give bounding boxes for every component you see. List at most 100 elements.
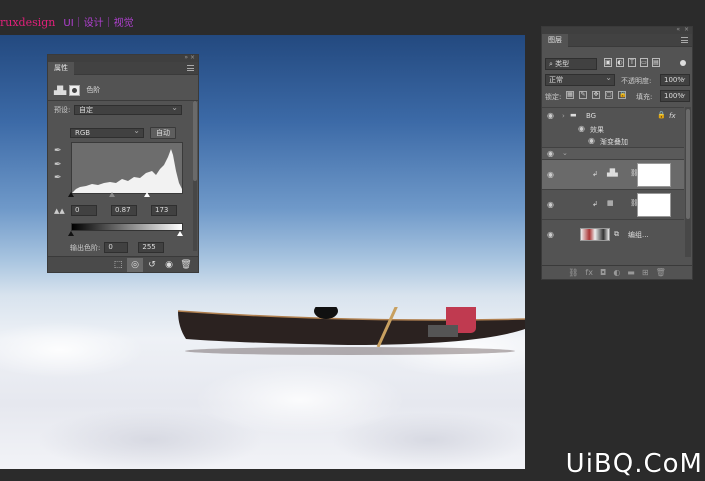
eye-icon[interactable]: ◉ bbox=[547, 170, 554, 179]
eye-icon[interactable]: ◉ bbox=[547, 149, 554, 158]
new-layer-icon[interactable]: ⊞ bbox=[642, 268, 649, 277]
lock-all-icon[interactable]: 🔒 bbox=[618, 91, 626, 99]
expand-arrow-icon[interactable]: ⌄ bbox=[562, 149, 568, 157]
expand-arrow-icon[interactable]: › bbox=[562, 112, 565, 120]
output-levels-slider[interactable] bbox=[68, 231, 183, 237]
panel-tabs: 属性 bbox=[48, 62, 198, 75]
layer-thumbnail[interactable] bbox=[580, 228, 610, 241]
eyedropper-black-icon[interactable]: ✒ bbox=[54, 146, 62, 156]
site-watermark: UiBQ.CoM bbox=[565, 449, 703, 479]
add-mask-icon[interactable]: ◘ bbox=[600, 268, 606, 277]
layer-group-bg[interactable]: ◉ › ▬ BG 🔒 fx bbox=[542, 107, 684, 123]
output-white-field[interactable]: 255 bbox=[138, 242, 165, 253]
black-point-handle[interactable] bbox=[68, 192, 74, 197]
eye-icon[interactable]: ◉ bbox=[588, 136, 595, 145]
lock-transparent-icon[interactable]: ▦ bbox=[566, 91, 574, 99]
eyedropper-gray-icon[interactable]: ✒ bbox=[54, 160, 62, 170]
filter-smart-icon[interactable]: ▤ bbox=[652, 58, 660, 67]
mask-icon[interactable] bbox=[69, 84, 81, 96]
adjustment-header: ▟▙ 色阶 bbox=[54, 83, 100, 97]
smart-object-icon: ⧉ bbox=[614, 230, 619, 238]
reset-icon[interactable]: ↺ bbox=[144, 258, 160, 272]
clip-to-layer-icon[interactable]: ⬚ bbox=[110, 258, 126, 272]
canoe-illustration bbox=[178, 307, 525, 347]
fill-label: 填充: bbox=[636, 93, 653, 101]
opacity-field[interactable]: 100% bbox=[660, 73, 690, 86]
boat-reflection bbox=[185, 347, 515, 355]
layer-curves-adjustment[interactable]: ◉ ↲ ▦ ⛓ bbox=[542, 189, 684, 219]
input-white-field[interactable]: 173 bbox=[151, 205, 177, 216]
filter-toggle-icon[interactable] bbox=[680, 60, 686, 66]
visibility-icon[interactable]: ◉ bbox=[161, 258, 177, 272]
view-previous-icon[interactable]: ◎ bbox=[127, 257, 143, 272]
close-icon[interactable]: × bbox=[684, 26, 689, 33]
layer-name: 编组... bbox=[628, 231, 649, 239]
lock-icon: 🔒 bbox=[657, 111, 666, 119]
channel-row: RGB 自动 bbox=[70, 127, 222, 139]
input-gamma-field[interactable]: 0.87 bbox=[111, 205, 137, 216]
layer-filter-dropdown[interactable]: ⌕ 类型 bbox=[545, 58, 597, 70]
eye-icon[interactable]: ◉ bbox=[578, 124, 585, 133]
output-black-handle[interactable] bbox=[68, 231, 74, 236]
link-icon[interactable]: ⛓ bbox=[568, 268, 578, 277]
auto-button[interactable]: 自动 bbox=[150, 127, 176, 139]
adjustment-icon: ▦ bbox=[607, 199, 614, 207]
adjustment-title: 色阶 bbox=[86, 86, 101, 94]
delete-icon[interactable]: 🗑 bbox=[656, 268, 666, 277]
properties-panel[interactable]: » × 属性 ▟▙ 色阶 预设: 自定 RGB 自动 ✒ ✒ ✒ ▲▲ 0 0.… bbox=[47, 54, 199, 273]
filter-adjust-icon[interactable]: ◐ bbox=[616, 58, 624, 67]
layer-mask-thumbnail[interactable] bbox=[637, 193, 671, 217]
new-group-icon[interactable]: ▬ bbox=[627, 268, 635, 277]
fx-icon[interactable]: fx bbox=[585, 268, 593, 277]
output-white-handle[interactable] bbox=[177, 231, 183, 236]
filter-pixel-icon[interactable]: ▣ bbox=[604, 58, 612, 67]
input-levels-slider[interactable] bbox=[68, 192, 183, 198]
tab-layers[interactable]: 图层 bbox=[542, 34, 568, 47]
panel-menu-icon[interactable] bbox=[681, 37, 688, 43]
new-adjustment-icon[interactable]: ◐ bbox=[613, 268, 620, 277]
tab-properties[interactable]: 属性 bbox=[48, 62, 74, 75]
histogram bbox=[71, 142, 183, 194]
layer-levels-adjustment[interactable]: ◉ ↲ ▟▙ ⛓ bbox=[542, 159, 684, 189]
panel-titlebar[interactable]: » × bbox=[48, 54, 198, 62]
layer-mask-thumbnail[interactable] bbox=[637, 163, 671, 187]
gamma-handle[interactable] bbox=[109, 192, 115, 197]
layer-name: BG bbox=[586, 112, 597, 120]
output-gradient bbox=[71, 223, 183, 231]
panel-titlebar[interactable]: « × bbox=[542, 26, 692, 34]
panel-menu-icon[interactable] bbox=[187, 65, 194, 71]
group-collapsed-row[interactable]: ◉ ⌄ bbox=[542, 147, 684, 159]
preset-dropdown[interactable]: 自定 bbox=[74, 104, 182, 115]
eyedropper-white-icon[interactable]: ✒ bbox=[54, 173, 62, 183]
layers-panel[interactable]: « × 图层 ⌕ 类型 ▣ ◐ T ▭ ▤ 正常 不透明度: 100% 锁定: … bbox=[541, 26, 693, 280]
properties-footer: ⬚ ◎ ↺ ◉ 🗑 bbox=[48, 256, 198, 272]
lock-icons: ▦ ✎ ✥ ▢ 🔒 bbox=[566, 91, 626, 99]
delete-icon[interactable]: 🗑 bbox=[178, 258, 194, 272]
blend-mode-dropdown[interactable]: 正常 bbox=[545, 73, 615, 86]
filter-type-icon[interactable]: T bbox=[628, 58, 636, 67]
eye-icon[interactable]: ◉ bbox=[547, 111, 554, 120]
folder-icon: ▬ bbox=[570, 111, 577, 119]
eye-icon[interactable]: ◉ bbox=[547, 200, 554, 209]
output-black-field[interactable]: 0 bbox=[104, 242, 129, 253]
preset-row: 预设: 自定 bbox=[54, 104, 184, 115]
opacity-label: 不透明度: bbox=[621, 77, 652, 85]
eye-icon[interactable]: ◉ bbox=[547, 230, 554, 239]
channel-dropdown[interactable]: RGB bbox=[70, 127, 144, 138]
filter-shape-icon[interactable]: ▭ bbox=[640, 58, 648, 67]
collapse-icon[interactable]: « bbox=[676, 26, 680, 33]
lock-move-icon[interactable]: ✥ bbox=[592, 91, 600, 99]
close-icon[interactable]: × bbox=[190, 54, 195, 61]
levels-icon: ▟▙ bbox=[607, 169, 618, 177]
lock-paint-icon[interactable]: ✎ bbox=[579, 91, 587, 99]
lock-artboard-icon[interactable]: ▢ bbox=[605, 91, 613, 99]
layer-group-smart[interactable]: ◉ ⧉ 编组... bbox=[542, 219, 684, 249]
properties-scrollbar[interactable] bbox=[193, 101, 197, 251]
effect-gradient-overlay[interactable]: ◉ 渐变叠加 bbox=[542, 135, 684, 147]
white-point-handle[interactable] bbox=[144, 192, 150, 197]
effects-row: ◉ 效果 bbox=[542, 123, 684, 135]
input-black-field[interactable]: 0 bbox=[71, 205, 97, 216]
collapse-icon[interactable]: » bbox=[184, 54, 188, 61]
layers-scrollbar[interactable] bbox=[685, 107, 691, 257]
fill-field[interactable]: 100% bbox=[660, 89, 690, 102]
